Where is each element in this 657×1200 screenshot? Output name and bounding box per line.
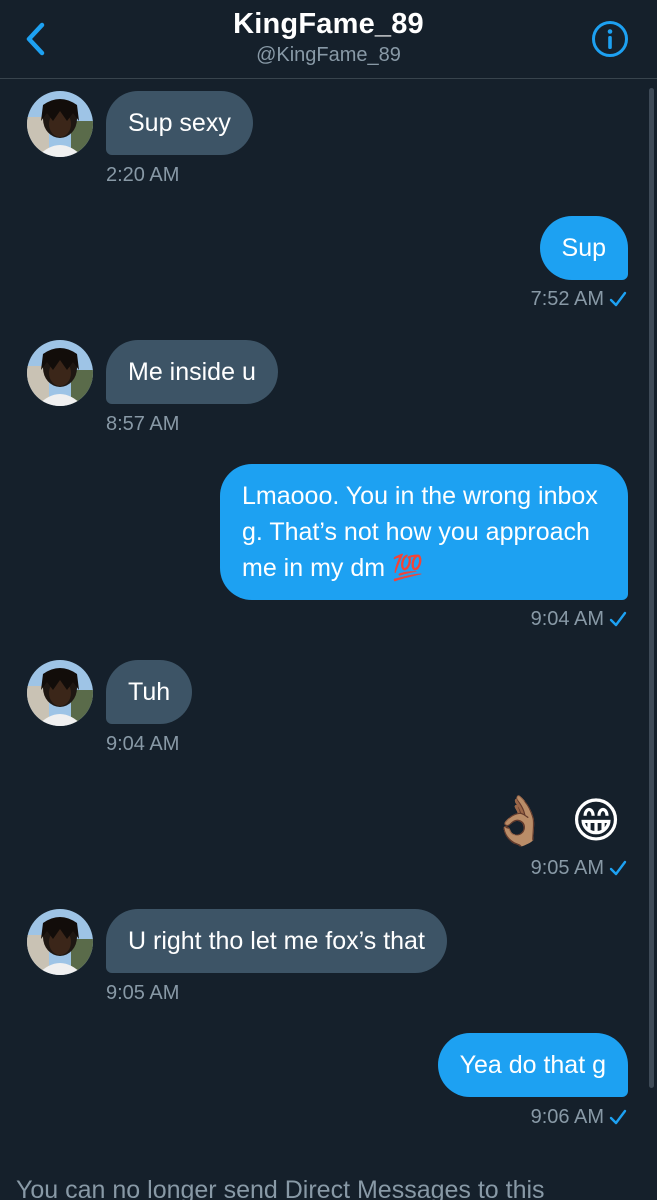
message-text: 👌🏽 😁 bbox=[489, 795, 625, 848]
info-circle-icon bbox=[592, 21, 628, 57]
message-timestamp: 9:05 AM bbox=[530, 857, 604, 879]
sent-message-bubble[interactable]: Lmaooo. You in the wrong inbox g. That’s… bbox=[220, 464, 628, 600]
message-timestamp-row: 9:04 AM bbox=[531, 607, 628, 631]
message-text: U right tho let me fox’s that bbox=[128, 927, 425, 955]
scrollbar[interactable] bbox=[649, 88, 654, 1088]
message-timestamp: 9:06 AM bbox=[530, 1106, 604, 1128]
dm-disabled-notice: You can no longer send Direct Messages t… bbox=[16, 1176, 545, 1200]
message-timestamp: 7:52 AM bbox=[530, 288, 604, 310]
avatar[interactable] bbox=[27, 340, 93, 406]
read-checkmark-icon bbox=[609, 611, 627, 627]
avatar-photo bbox=[27, 660, 93, 726]
info-button[interactable] bbox=[591, 20, 629, 58]
conversation-title-block: KingFame_89 @KingFame_89 bbox=[0, 6, 657, 68]
conversation-handle: @KingFame_89 bbox=[256, 44, 401, 66]
read-checkmark-icon bbox=[609, 291, 627, 307]
avatar-photo bbox=[27, 909, 93, 975]
message-text: Sup sexy bbox=[128, 109, 231, 137]
avatar[interactable] bbox=[27, 91, 93, 157]
message-text: Lmaooo. You in the wrong inbox g. That’s… bbox=[242, 482, 598, 582]
read-checkmark-icon bbox=[609, 860, 627, 876]
message-text: Sup bbox=[561, 234, 606, 262]
sent-message-bubble[interactable]: Yea do that g bbox=[437, 1033, 628, 1097]
avatar-photo bbox=[27, 340, 93, 406]
message-timestamp: 9:04 AM bbox=[106, 733, 180, 755]
received-message-bubble[interactable]: Tuh bbox=[106, 660, 193, 724]
received-message-bubble[interactable]: Sup sexy bbox=[106, 91, 253, 155]
received-message-bubble[interactable]: U right tho let me fox’s that bbox=[106, 909, 447, 973]
dm-conversation-screen: KingFame_89 @KingFame_89 Sup sexy 2:20 A… bbox=[0, 0, 657, 1200]
message-timestamp: 9:05 AM bbox=[106, 982, 180, 1004]
message-text: Me inside u bbox=[128, 358, 256, 386]
conversation-title: KingFame_89 bbox=[233, 8, 424, 40]
message-text: Yea do that g bbox=[459, 1051, 606, 1079]
message-text: Tuh bbox=[128, 678, 171, 706]
message-timestamp: 9:04 AM bbox=[530, 608, 604, 630]
message-timestamp-row: 9:06 AM bbox=[531, 1105, 628, 1129]
sent-emoji-message[interactable]: 👌🏽 😁 bbox=[490, 792, 625, 852]
sent-message-bubble[interactable]: Sup bbox=[539, 216, 628, 280]
conversation-header: KingFame_89 @KingFame_89 bbox=[0, 0, 657, 79]
avatar[interactable] bbox=[27, 660, 93, 726]
avatar-photo bbox=[27, 91, 93, 157]
read-checkmark-icon bbox=[609, 1109, 627, 1125]
message-timestamp: 8:57 AM bbox=[106, 413, 180, 435]
avatar[interactable] bbox=[27, 909, 93, 975]
message-timestamp: 2:20 AM bbox=[106, 164, 180, 186]
received-message-bubble[interactable]: Me inside u bbox=[106, 340, 278, 404]
message-timestamp-row: 7:52 AM bbox=[531, 287, 628, 311]
message-timestamp-row: 9:05 AM bbox=[531, 856, 628, 880]
